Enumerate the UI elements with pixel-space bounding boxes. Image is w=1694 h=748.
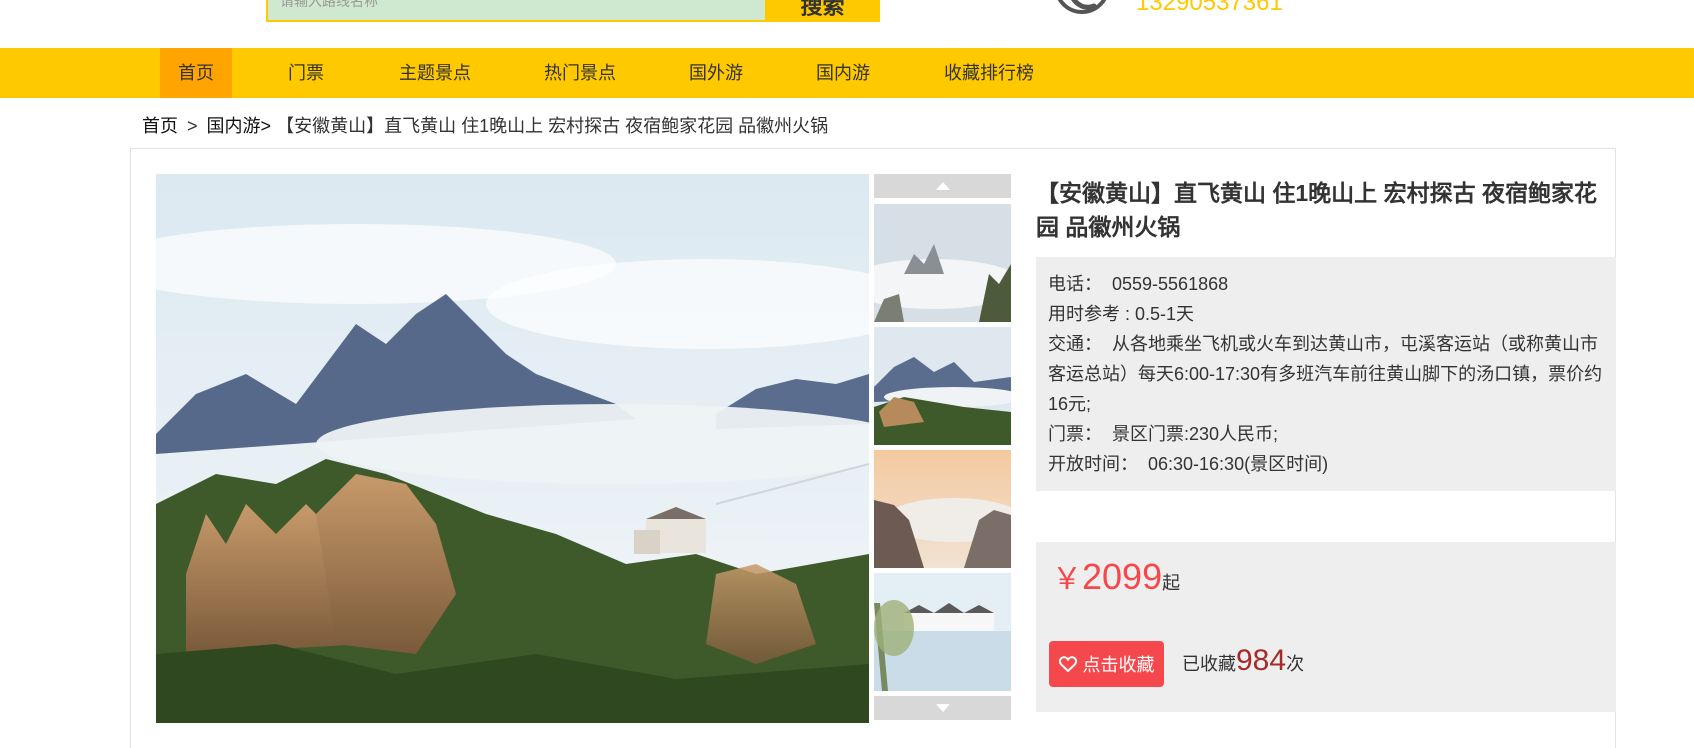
info-duration-label: 用时参考 :: [1048, 304, 1131, 324]
product-title: 【安徽黄山】直飞黄山 住1晚山上 宏村探古 夜宿鲍家花园 品徽州火锅: [1036, 180, 1597, 240]
info-phone: 电话： 0559-5561868: [1048, 269, 1606, 299]
info-transport-label: 交通：: [1048, 334, 1102, 354]
info-phone-label: 电话：: [1048, 274, 1102, 294]
phone-icon: [1057, 0, 1107, 14]
breadcrumb: 首页 > 国内游> 【安徽黄山】直飞黄山 住1晚山上 宏村探古 夜宿鲍家花园 品…: [142, 112, 828, 138]
breadcrumb-current: 【安徽黄山】直飞黄山 住1晚山上 宏村探古 夜宿鲍家花园 品徽州火锅: [276, 116, 829, 136]
main-product-image: [156, 174, 869, 723]
info-duration-value: 0.5-1天: [1135, 304, 1195, 324]
info-transport-value: 从各地乘坐飞机或火车到达黄山市，屯溪客运站（或称黄山市客运总站）每天6:00-1…: [1048, 334, 1603, 414]
price-value: 2099: [1082, 556, 1163, 597]
thumbnail-1[interactable]: [874, 204, 1011, 322]
info-ticket-value: 景区门票:230人民币;: [1112, 424, 1279, 444]
nav-item-hot-spots[interactable]: 热门景点: [526, 48, 634, 98]
arrow-up-icon: [935, 182, 950, 190]
thumbnail-scroll-down[interactable]: [874, 696, 1011, 720]
nav-item-theme-spots[interactable]: 主题景点: [381, 48, 489, 98]
nav-item-home[interactable]: 首页: [160, 48, 232, 98]
main-nav: 首页 门票 主题景点 热门景点 国外游 国内游 收藏排行榜: [0, 48, 1694, 98]
hotline-number: 13290537361: [1136, 0, 1283, 16]
favorite-count-value: 984: [1236, 644, 1287, 677]
search-placeholder: 请输入路线名称: [280, 0, 378, 9]
favorite-count-prefix: 已收藏: [1182, 654, 1236, 674]
price-currency: ￥: [1052, 563, 1082, 596]
nav-item-domestic[interactable]: 国内游: [798, 48, 888, 98]
info-phone-value: 0559-5561868: [1112, 274, 1229, 294]
favorite-button-label: 点击收藏: [1082, 655, 1155, 675]
breadcrumb-domestic[interactable]: 国内游>: [207, 116, 272, 136]
price-suffix: 起: [1162, 573, 1181, 593]
info-hours-value: 06:30-16:30(景区时间): [1148, 454, 1329, 474]
thumbnail-2[interactable]: [874, 327, 1011, 445]
search-button[interactable]: 搜索: [765, 0, 880, 22]
product-info-box: 电话： 0559-5561868 用时参考 : 0.5-1天 交通： 从各地乘坐飞机…: [1036, 257, 1616, 491]
price: ￥2099起: [1052, 554, 1180, 598]
favorite-button[interactable]: 点击收藏: [1049, 641, 1164, 687]
thumbnail-scroll-up[interactable]: [874, 174, 1011, 198]
info-duration: 用时参考 : 0.5-1天: [1048, 299, 1606, 329]
info-hours: 开放时间： 06:30-16:30(景区时间): [1048, 449, 1606, 479]
thumbnail-3[interactable]: [874, 450, 1011, 568]
info-ticket: 门票： 景区门票:230人民币;: [1048, 419, 1606, 449]
nav-item-overseas[interactable]: 国外游: [671, 48, 761, 98]
info-transport: 交通： 从各地乘坐飞机或火车到达黄山市，屯溪客运站（或称黄山市客运总站）每天6:0…: [1048, 329, 1606, 419]
arrow-down-icon: [935, 704, 950, 712]
heart-icon: [1058, 656, 1077, 672]
search-input[interactable]: 请输入路线名称: [266, 0, 766, 22]
nav-item-tickets[interactable]: 门票: [270, 48, 342, 98]
info-ticket-label: 门票：: [1048, 424, 1102, 444]
nav-item-favorites-ranking[interactable]: 收藏排行榜: [926, 48, 1052, 98]
price-box: ￥2099起 点击收藏 已收藏984次: [1036, 542, 1616, 712]
thumbnail-4[interactable]: [874, 573, 1011, 691]
favorite-count: 已收藏984次: [1182, 644, 1304, 678]
breadcrumb-separator: >: [187, 116, 198, 136]
breadcrumb-home[interactable]: 首页: [142, 116, 178, 136]
info-hours-label: 开放时间：: [1048, 454, 1138, 474]
favorite-count-suffix: 次: [1286, 654, 1305, 674]
